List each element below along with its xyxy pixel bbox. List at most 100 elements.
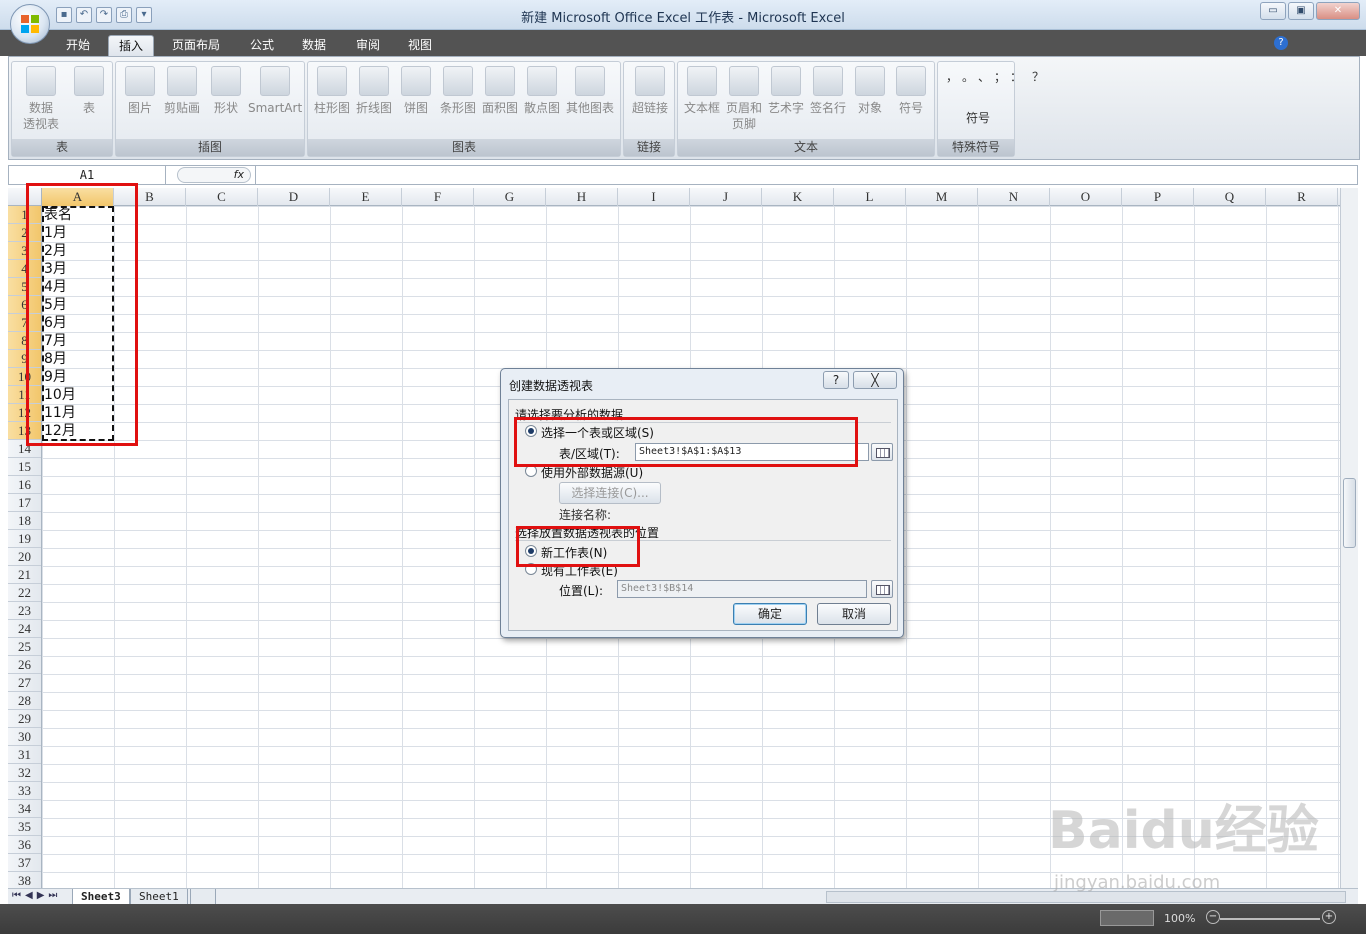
- insert-function-button[interactable]: fx: [177, 167, 251, 183]
- range-collapse-icon[interactable]: [871, 443, 893, 461]
- row-header[interactable]: 17: [8, 494, 41, 512]
- office-button[interactable]: [10, 4, 50, 44]
- sheet-tab-sheet1[interactable]: Sheet1: [130, 889, 188, 905]
- table-button[interactable]: 表: [70, 66, 108, 116]
- row-header[interactable]: 8: [8, 332, 41, 350]
- row-header[interactable]: 9: [8, 350, 41, 368]
- radio-new-worksheet[interactable]: [525, 545, 537, 557]
- radio-existing-worksheet[interactable]: [525, 563, 537, 575]
- column-header[interactable]: H: [546, 188, 618, 206]
- column-header[interactable]: G: [474, 188, 546, 206]
- vertical-scrollbar[interactable]: [1340, 188, 1358, 888]
- tab-insert[interactable]: 插入: [108, 35, 155, 56]
- tab-home[interactable]: 开始: [56, 35, 100, 56]
- ok-button[interactable]: 确定: [733, 603, 807, 625]
- row-header[interactable]: 27: [8, 674, 41, 692]
- dialog-close-button[interactable]: ╳: [853, 371, 897, 389]
- row-header[interactable]: 34: [8, 800, 41, 818]
- help-icon[interactable]: ?: [1274, 36, 1288, 50]
- zoom-out-icon[interactable]: −: [1206, 910, 1220, 924]
- row-header[interactable]: 6: [8, 296, 41, 314]
- radio-new-worksheet-label[interactable]: 新工作表(N): [541, 544, 607, 561]
- symbol-button[interactable]: 符号: [892, 66, 930, 116]
- row-header[interactable]: 18: [8, 512, 41, 530]
- row-header[interactable]: 2: [8, 224, 41, 242]
- row-header[interactable]: 33: [8, 782, 41, 800]
- row-header[interactable]: 12: [8, 404, 41, 422]
- column-header[interactable]: A: [42, 188, 114, 206]
- row-header[interactable]: 19: [8, 530, 41, 548]
- location-collapse-icon[interactable]: [871, 580, 893, 598]
- column-header[interactable]: M: [906, 188, 978, 206]
- zoom-slider[interactable]: [1220, 918, 1320, 920]
- column-header[interactable]: E: [330, 188, 402, 206]
- row-header[interactable]: 25: [8, 638, 41, 656]
- column-header[interactable]: D: [258, 188, 330, 206]
- range-input[interactable]: Sheet3!$A$1:$A$13: [635, 443, 869, 461]
- tab-data[interactable]: 数据: [292, 35, 336, 56]
- row-header[interactable]: 20: [8, 548, 41, 566]
- radio-external-source[interactable]: [525, 465, 537, 477]
- header-footer-button[interactable]: 页眉和 页脚: [724, 66, 764, 132]
- row-header[interactable]: 37: [8, 854, 41, 872]
- row-header[interactable]: 32: [8, 764, 41, 782]
- sheet-tab-sheet3[interactable]: Sheet3: [72, 889, 130, 905]
- row-header[interactable]: 28: [8, 692, 41, 710]
- other-charts-button[interactable]: 其他图表: [564, 66, 616, 116]
- select-all-corner[interactable]: [8, 188, 42, 206]
- column-header[interactable]: P: [1122, 188, 1194, 206]
- wordart-button[interactable]: 艺术字: [766, 66, 806, 116]
- row-header[interactable]: 1: [8, 206, 41, 224]
- row-header[interactable]: 14: [8, 440, 41, 458]
- pie-chart-button[interactable]: 饼图: [398, 66, 434, 116]
- close-button[interactable]: ✕: [1316, 2, 1360, 20]
- row-header[interactable]: 35: [8, 818, 41, 836]
- row-header[interactable]: 11: [8, 386, 41, 404]
- smartart-button[interactable]: SmartArt: [248, 66, 302, 116]
- row-header[interactable]: 29: [8, 710, 41, 728]
- pivot-table-button[interactable]: 数据 透视表: [16, 66, 66, 132]
- column-header[interactable]: K: [762, 188, 834, 206]
- column-header[interactable]: C: [186, 188, 258, 206]
- column-header[interactable]: F: [402, 188, 474, 206]
- zoom-in-icon[interactable]: +: [1322, 910, 1336, 924]
- location-input[interactable]: Sheet3!$B$14: [617, 580, 867, 598]
- insert-sheet-icon[interactable]: [190, 889, 216, 905]
- tab-formulas[interactable]: 公式: [240, 35, 284, 56]
- row-header[interactable]: 3: [8, 242, 41, 260]
- picture-button[interactable]: 图片: [120, 66, 160, 116]
- name-box[interactable]: A1: [9, 166, 166, 184]
- column-header[interactable]: L: [834, 188, 906, 206]
- row-header[interactable]: 36: [8, 836, 41, 854]
- radio-select-range[interactable]: [525, 425, 537, 437]
- object-button[interactable]: 对象: [852, 66, 888, 116]
- column-header[interactable]: R: [1266, 188, 1338, 206]
- radio-existing-worksheet-label[interactable]: 现有工作表(E): [541, 562, 618, 579]
- row-header[interactable]: 4: [8, 260, 41, 278]
- tab-page-layout[interactable]: 页面布局: [162, 35, 230, 56]
- column-header[interactable]: Q: [1194, 188, 1266, 206]
- radio-select-range-label[interactable]: 选择一个表或区域(S): [541, 424, 654, 441]
- minimize-button[interactable]: ▭: [1260, 2, 1286, 20]
- signature-line-button[interactable]: 签名行: [808, 66, 848, 116]
- formula-input[interactable]: [255, 166, 1335, 184]
- bar-chart-button[interactable]: 条形图: [438, 66, 478, 116]
- line-chart-button[interactable]: 折线图: [354, 66, 394, 116]
- row-header[interactable]: 13: [8, 422, 41, 440]
- scroll-thumb[interactable]: [1343, 478, 1356, 548]
- row-header[interactable]: 10: [8, 368, 41, 386]
- scatter-chart-button[interactable]: 散点图: [522, 66, 562, 116]
- dialog-help-button[interactable]: ?: [823, 371, 849, 389]
- row-header[interactable]: 7: [8, 314, 41, 332]
- choose-connection-button[interactable]: 选择连接(C)...: [559, 482, 661, 504]
- clipart-button[interactable]: 剪贴画: [162, 66, 202, 116]
- view-buttons-icon[interactable]: [1100, 910, 1154, 926]
- textbox-button[interactable]: 文本框: [682, 66, 722, 116]
- column-header[interactable]: J: [690, 188, 762, 206]
- column-header[interactable]: I: [618, 188, 690, 206]
- row-header[interactable]: 26: [8, 656, 41, 674]
- restore-button[interactable]: ▣: [1288, 2, 1314, 20]
- column-header[interactable]: N: [978, 188, 1050, 206]
- row-header[interactable]: 24: [8, 620, 41, 638]
- row-header[interactable]: 16: [8, 476, 41, 494]
